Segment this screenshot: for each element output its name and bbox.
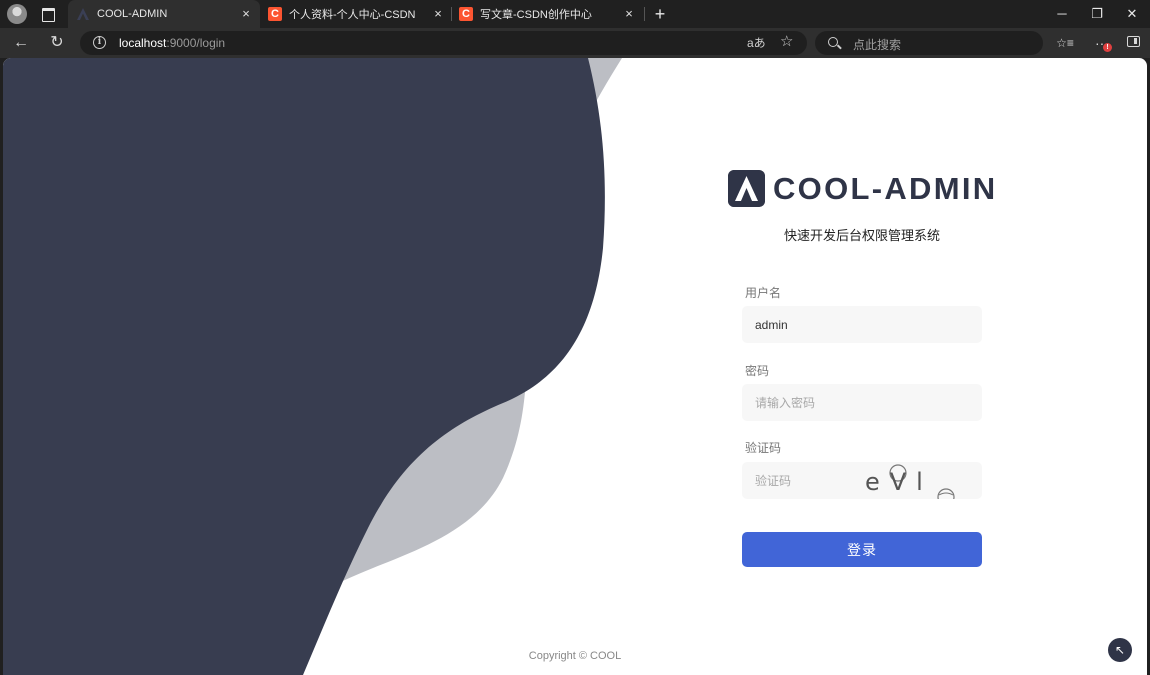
captcha-label: 验证码 [745, 441, 782, 455]
site-info-icon[interactable]: i [93, 36, 106, 49]
captcha-text: eVl [865, 468, 933, 496]
favorites-icon[interactable]: ☆≡ [1055, 33, 1075, 53]
minimize-window-button[interactable]: ─ [1052, 4, 1072, 24]
csdn-favicon-icon: C [268, 7, 282, 21]
read-aloud-icon[interactable]: aあ [747, 34, 766, 51]
brand-header: COOL-ADMIN [728, 170, 997, 207]
tab-cool-admin[interactable]: COOL-ADMIN × [68, 0, 260, 28]
tab-divider [644, 7, 645, 21]
tab-title: 个人资料-个人中心-CSDN [289, 9, 416, 21]
copyright-text: Copyright © COOL [528, 650, 622, 662]
wave-front-shape [3, 58, 605, 675]
tab-csdn-profile[interactable]: C 个人资料-个人中心-CSDN × [260, 0, 452, 28]
favorite-star-icon[interactable]: ☆ [780, 32, 793, 50]
back-arrow-icon[interactable]: ← [11, 33, 31, 53]
url-path: :9000/login [166, 36, 226, 50]
page-subtitle: 快速开发后台权限管理系统 [783, 228, 940, 243]
address-bar[interactable]: i localhost:9000/login aあ ☆ [80, 31, 807, 55]
search-icon [828, 37, 838, 47]
password-label: 密码 [745, 364, 770, 378]
sidebar-toggle-icon[interactable] [1127, 36, 1140, 47]
close-window-button[interactable]: ✕ [1122, 4, 1142, 24]
captcha-image[interactable]: eVl [860, 462, 968, 499]
tab-strip: COOL-ADMIN × C 个人资料-个人中心-CSDN × C 写文章-CS… [0, 0, 1150, 28]
restore-window-button[interactable]: ❐ [1087, 4, 1107, 24]
new-tab-button[interactable]: + [650, 4, 670, 24]
csdn-favicon-icon: C [459, 7, 473, 21]
browser-toolbar: ← ↻ i localhost:9000/login aあ ☆ 点此搜索 ☆≡ … [0, 28, 1150, 58]
brand-name: COOL-ADMIN [773, 170, 998, 206]
cool-admin-favicon-icon [77, 8, 89, 20]
tab-close-icon[interactable]: × [238, 6, 254, 22]
password-field[interactable] [742, 384, 982, 421]
tab-close-icon[interactable]: × [430, 6, 446, 22]
profile-avatar-icon[interactable] [7, 4, 27, 24]
tab-title: 写文章-CSDN创作中心 [480, 9, 592, 21]
decorative-wave-background [3, 58, 622, 675]
tab-csdn-write[interactable]: C 写文章-CSDN创作中心 × [451, 0, 643, 28]
cool-admin-logo-icon [728, 170, 765, 207]
username-label: 用户名 [745, 286, 782, 300]
login-button[interactable]: 登录 [742, 532, 982, 567]
more-menu-icon[interactable]: ··· ! [1092, 33, 1112, 53]
scroll-top-button[interactable]: ↖ [1108, 638, 1132, 662]
page-viewport: COOL-ADMIN 快速开发后台权限管理系统 用户名 密码 验证码 eVl 登… [3, 58, 1147, 675]
tab-actions-icon[interactable] [38, 4, 58, 24]
url-text[interactable]: localhost:9000/login [119, 36, 225, 50]
username-field[interactable] [742, 306, 982, 343]
web-search-box[interactable]: 点此搜索 [815, 31, 1043, 55]
url-host: localhost [119, 36, 167, 50]
tab-close-icon[interactable]: × [621, 6, 637, 22]
refresh-icon[interactable]: ↻ [47, 33, 67, 53]
notification-badge: ! [1103, 43, 1112, 52]
search-placeholder: 点此搜索 [853, 38, 902, 52]
tab-title: COOL-ADMIN [97, 8, 168, 20]
